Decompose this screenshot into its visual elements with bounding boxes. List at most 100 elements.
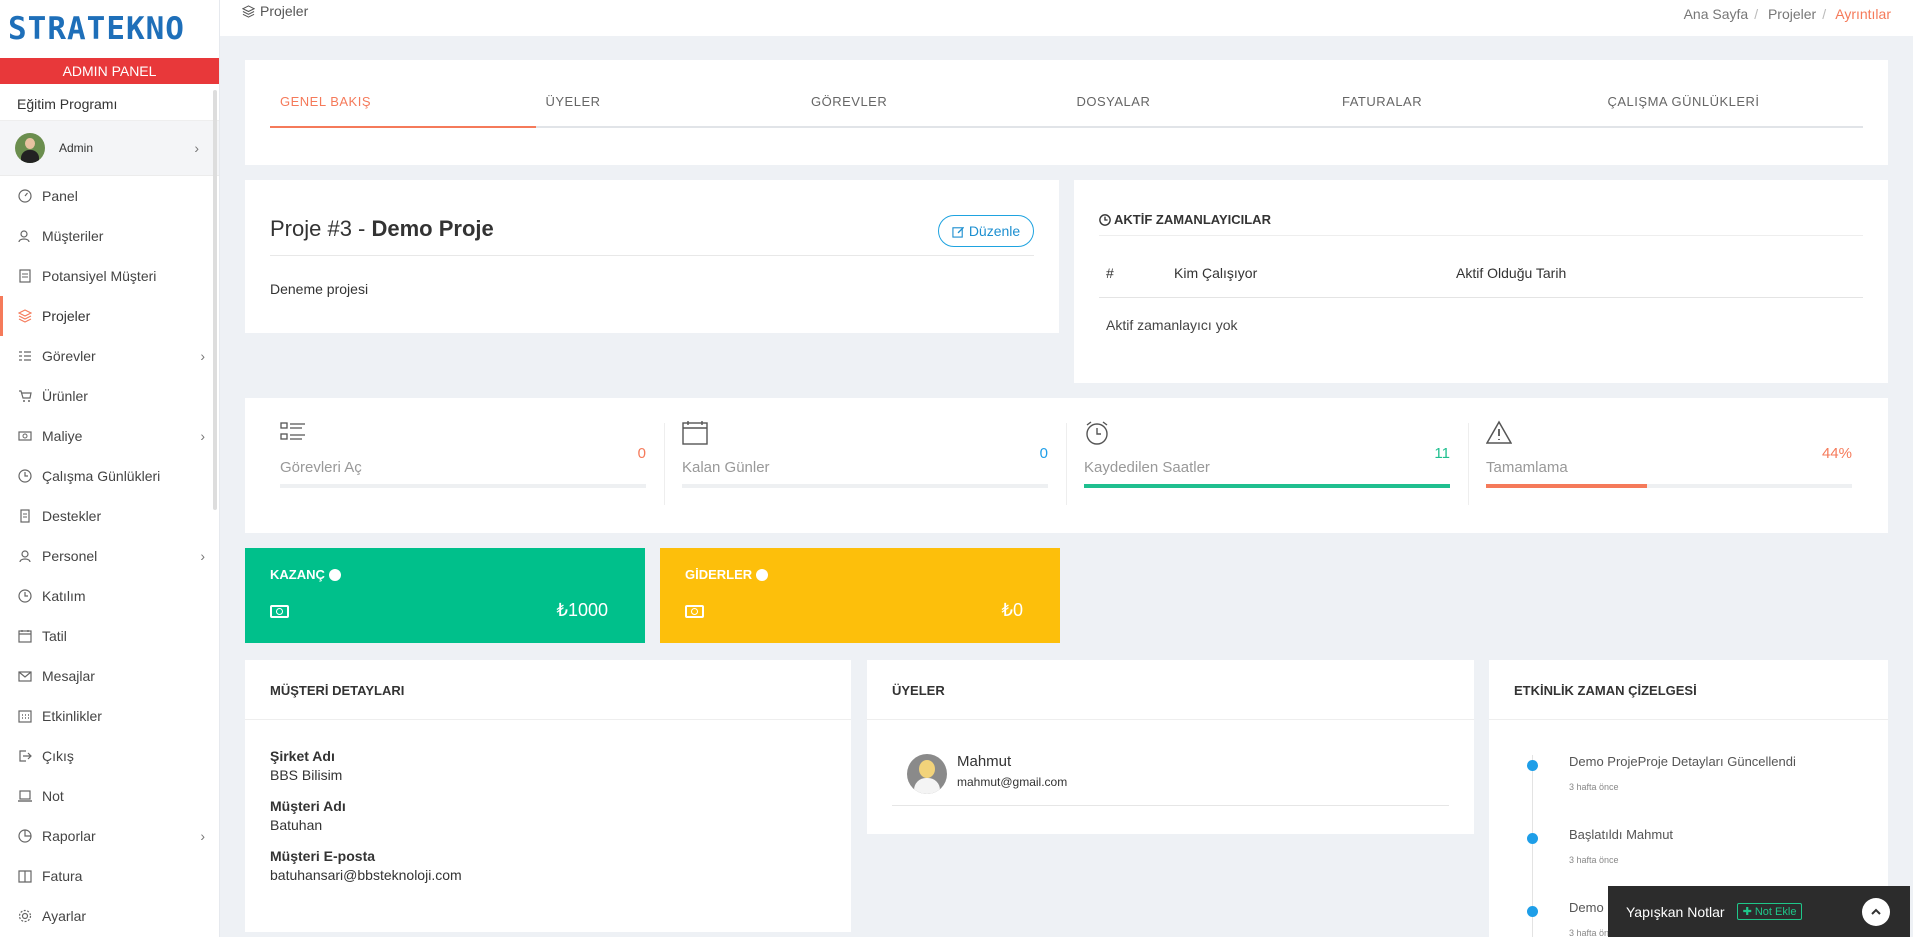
customer-details-card: MÜŞTERİ DETAYLARI Şirket Adı BBS Bilisim…: [245, 660, 851, 932]
sidebar-item-reports[interactable]: Raporlar ›: [0, 816, 219, 856]
mail-icon: [17, 669, 32, 684]
progress-bar: [280, 484, 646, 488]
expenses-amount: ₺0: [1001, 600, 1023, 620]
laptop-icon: [17, 789, 32, 804]
divider: [245, 719, 851, 720]
divider: [270, 255, 1034, 256]
card-title: ETKİNLİK ZAMAN ÇİZELGESİ: [1514, 683, 1697, 698]
sidebar-item-worklogs[interactable]: Çalışma Günlükleri: [0, 456, 219, 496]
chevron-right-icon: ›: [200, 548, 205, 564]
tab-overview[interactable]: GENEL BAKIŞ: [270, 88, 536, 128]
stat-value: 0: [1039, 445, 1048, 462]
layers-icon: [17, 309, 32, 324]
sidebar-item-messages[interactable]: Mesajlar: [0, 656, 219, 696]
divider: [1489, 719, 1888, 720]
sidebar-item-projects[interactable]: Projeler: [0, 296, 219, 336]
active-timers-card: AKTİF ZAMANLAYICILAR # Kim Çalışıyor Akt…: [1074, 180, 1888, 383]
divider: [1099, 235, 1863, 236]
sidebar-item-logout[interactable]: Çıkış: [0, 736, 219, 776]
sticky-notes-bar[interactable]: Yapışkan Notlar ✚ Not Ekle: [1608, 886, 1910, 937]
stat-days-left: Kalan Günler 0: [682, 420, 1048, 500]
warning-icon: [1486, 420, 1512, 444]
chevron-right-icon: ›: [194, 140, 199, 156]
column-header-index: #: [1106, 265, 1114, 281]
sidebar-item-tasks[interactable]: Görevler ›: [0, 336, 219, 376]
sidebar-item-products[interactable]: Ürünler: [0, 376, 219, 416]
invoice-icon: [17, 869, 32, 884]
program-name: Eğitim Programı: [0, 84, 219, 121]
stat-completion: Tamamlama 44%: [1486, 420, 1852, 500]
stat-value: 11: [1434, 445, 1450, 462]
tab-invoices[interactable]: FATURALAR: [1332, 88, 1598, 126]
sidebar-item-notes[interactable]: Not: [0, 776, 219, 816]
timeline-item-time: 3 hafta önce: [1569, 855, 1619, 865]
tab-bar: GENEL BAKIŞ ÜYELER GÖREVLER DOSYALAR FAT…: [270, 88, 1863, 128]
tab-members[interactable]: ÜYELER: [536, 88, 802, 126]
breadcrumb-current: Ayrıntılar: [1835, 6, 1891, 22]
customer-name-value: Batuhan: [270, 817, 323, 833]
sidebar: STRATEKNO ADMIN PANEL Eğitim Programı Ad…: [0, 0, 220, 937]
chevron-up-icon[interactable]: [1862, 898, 1890, 926]
sidebar-item-holiday[interactable]: Tatil: [0, 616, 219, 656]
alarm-clock-icon: [1086, 421, 1108, 445]
sidebar-item-settings[interactable]: Ayarlar: [0, 896, 219, 936]
avatar: [15, 133, 45, 163]
layers-icon: [242, 4, 255, 18]
timeline-dot: [1527, 906, 1538, 917]
edit-button[interactable]: Düzenle: [938, 215, 1034, 247]
member-name[interactable]: Mahmut: [957, 753, 1011, 770]
timeline-item-text: Demo ProjeProje Detayları Güncellendi: [1569, 754, 1796, 769]
tab-files[interactable]: DOSYALAR: [1067, 88, 1333, 126]
list-icon: [280, 422, 305, 440]
sticky-notes-title: Yapışkan Notlar: [1626, 903, 1725, 920]
breadcrumb: Ana Sayfa / Projeler / Ayrıntılar: [1683, 6, 1891, 22]
clock-icon: [17, 589, 32, 604]
divider: [1468, 423, 1469, 505]
sidebar-item-support[interactable]: Destekler: [0, 496, 219, 536]
stat-open-tasks: Görevleri Aç 0: [280, 420, 646, 500]
avatar: [907, 754, 947, 794]
sidebar-item-finance[interactable]: Maliye ›: [0, 416, 219, 456]
dashboard-icon: [17, 189, 32, 204]
brand-logo[interactable]: STRATEKNO: [0, 0, 219, 58]
company-value: BBS Bilisim: [270, 767, 343, 783]
member-email: mahmut@gmail.com: [957, 775, 1068, 789]
stat-value: 0: [637, 445, 646, 462]
info-icon[interactable]: i: [756, 568, 769, 581]
sidebar-item-customers[interactable]: Müşteriler: [0, 216, 219, 256]
cart-icon: [17, 389, 32, 404]
money-icon: [270, 605, 289, 618]
project-title: Proje #3 - Demo Proje: [270, 216, 494, 241]
admin-panel-banner: ADMIN PANEL: [0, 58, 219, 84]
divider: [867, 719, 1474, 720]
money-icon: [685, 605, 704, 618]
grid-calendar-icon: [17, 709, 32, 724]
user-icon: [17, 549, 32, 564]
income-card: KAZANÇ i ₺1000: [245, 548, 645, 643]
company-label: Şirket Adı: [270, 748, 335, 764]
breadcrumb-home[interactable]: Ana Sayfa: [1684, 6, 1749, 22]
chevron-right-icon: ›: [200, 828, 205, 844]
sidebar-item-staff[interactable]: Personel ›: [0, 536, 219, 576]
card-title: ÜYELER: [892, 683, 945, 698]
chevron-right-icon: ›: [200, 348, 205, 364]
sidebar-scrollbar[interactable]: [213, 90, 217, 510]
stat-value: 44%: [1821, 445, 1852, 462]
gear-icon: [17, 909, 32, 924]
tab-worklogs[interactable]: ÇALIŞMA GÜNLÜKLERİ: [1598, 88, 1864, 126]
sidebar-item-attendance[interactable]: Katılım: [0, 576, 219, 616]
stat-logged-hours: Kaydedilen Saatler 11: [1084, 420, 1450, 500]
sidebar-item-invoice[interactable]: Fatura: [0, 856, 219, 896]
user-menu[interactable]: Admin ›: [0, 121, 219, 176]
tab-tasks[interactable]: GÖREVLER: [801, 88, 1067, 126]
sidebar-item-events[interactable]: Etkinlikler: [0, 696, 219, 736]
sidebar-item-leads[interactable]: Potansiyel Müşteri: [0, 256, 219, 296]
customer-email-label: Müşteri E-posta: [270, 848, 376, 864]
breadcrumb-projects[interactable]: Projeler: [1768, 6, 1816, 22]
edit-icon: [952, 226, 964, 238]
sidebar-item-panel[interactable]: Panel: [0, 176, 219, 216]
logout-icon: [17, 749, 32, 764]
project-tabs-card: GENEL BAKIŞ ÜYELER GÖREVLER DOSYALAR FAT…: [245, 60, 1888, 165]
add-note-button[interactable]: ✚ Not Ekle: [1736, 903, 1803, 920]
info-icon[interactable]: i: [328, 568, 341, 581]
